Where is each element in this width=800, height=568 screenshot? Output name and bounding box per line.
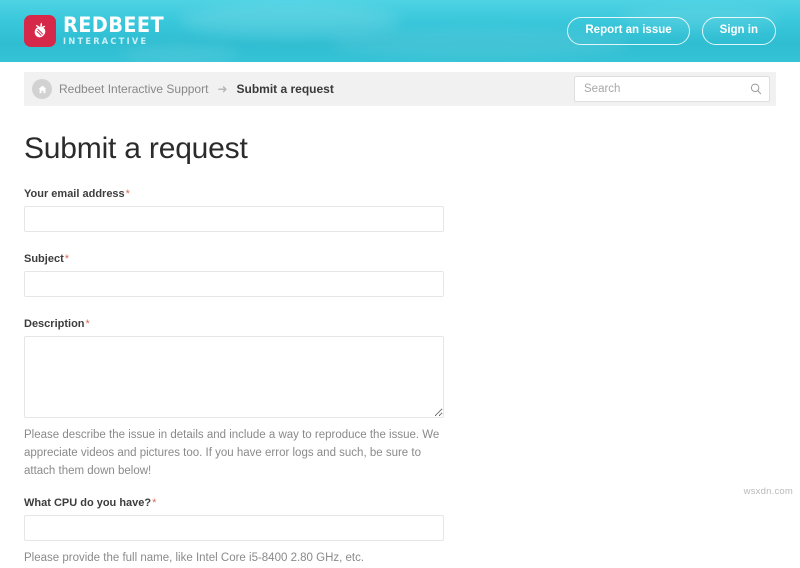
- breadcrumb: Redbeet Interactive Support ➜ Submit a r…: [30, 79, 334, 99]
- breadcrumb-parent-link[interactable]: Redbeet Interactive Support: [59, 82, 208, 96]
- site-logo[interactable]: REDBEET INTERACTIVE: [24, 15, 173, 47]
- breadcrumb-current: Submit a request: [236, 82, 334, 96]
- logo-name: REDBEET: [63, 13, 164, 38]
- cpu-input[interactable]: [24, 515, 444, 542]
- logo-subtitle: INTERACTIVE: [63, 37, 149, 48]
- field-label: Your email address*: [24, 188, 776, 200]
- search-box: [574, 76, 770, 102]
- email-input[interactable]: [24, 206, 444, 232]
- field-label-text: What CPU do you have?: [24, 497, 152, 510]
- search-input[interactable]: [574, 76, 770, 102]
- required-marker: *: [64, 253, 70, 265]
- field-description: Description* Please describe the issue i…: [24, 318, 776, 480]
- subnav: Redbeet Interactive Support ➜ Submit a r…: [0, 62, 800, 106]
- page-title: Submit a request: [24, 132, 248, 165]
- description-help-text: Please describe the issue in details and…: [24, 429, 440, 477]
- watermark: wsxdn.com: [743, 486, 793, 497]
- main-content: Submit a request Your email address* Sub…: [0, 132, 800, 568]
- field-label: Description*: [24, 318, 776, 330]
- field-subject: Subject*: [24, 253, 776, 297]
- required-marker: *: [125, 188, 130, 200]
- cpu-help-text: Please provide the full name, like Intel…: [24, 552, 365, 565]
- header-actions: Report an issue Sign in: [567, 17, 776, 45]
- field-label-text: Your email address: [24, 188, 125, 200]
- subnav-inner: Redbeet Interactive Support ➜ Submit a r…: [24, 72, 776, 106]
- field-label: What CPU do you have?*: [24, 497, 776, 509]
- required-marker: *: [85, 318, 90, 330]
- description-textarea[interactable]: [24, 336, 444, 418]
- breadcrumb-arrow-icon: ➜: [217, 82, 228, 96]
- field-your-email-address: Your email address*: [24, 188, 776, 232]
- site-header: REDBEET INTERACTIVE Report an issue Sign…: [0, 0, 800, 62]
- field-label: Subject*: [24, 253, 776, 265]
- header-inner: REDBEET INTERACTIVE Report an issue Sign…: [0, 0, 800, 62]
- field-label-text: Description: [24, 318, 85, 330]
- subject-input[interactable]: [24, 271, 444, 297]
- field-label-text: Subject: [24, 253, 64, 265]
- required-marker: *: [152, 497, 157, 510]
- beet-icon: [24, 15, 56, 47]
- field-what-cpu-do-you-have: What CPU do you have?* Please provide th…: [24, 497, 776, 568]
- sign-in-button[interactable]: Sign in: [701, 17, 776, 45]
- logo-text: REDBEET INTERACTIVE: [63, 15, 173, 47]
- home-icon[interactable]: [32, 79, 52, 99]
- report-an-issue-button[interactable]: Report an issue: [567, 17, 690, 45]
